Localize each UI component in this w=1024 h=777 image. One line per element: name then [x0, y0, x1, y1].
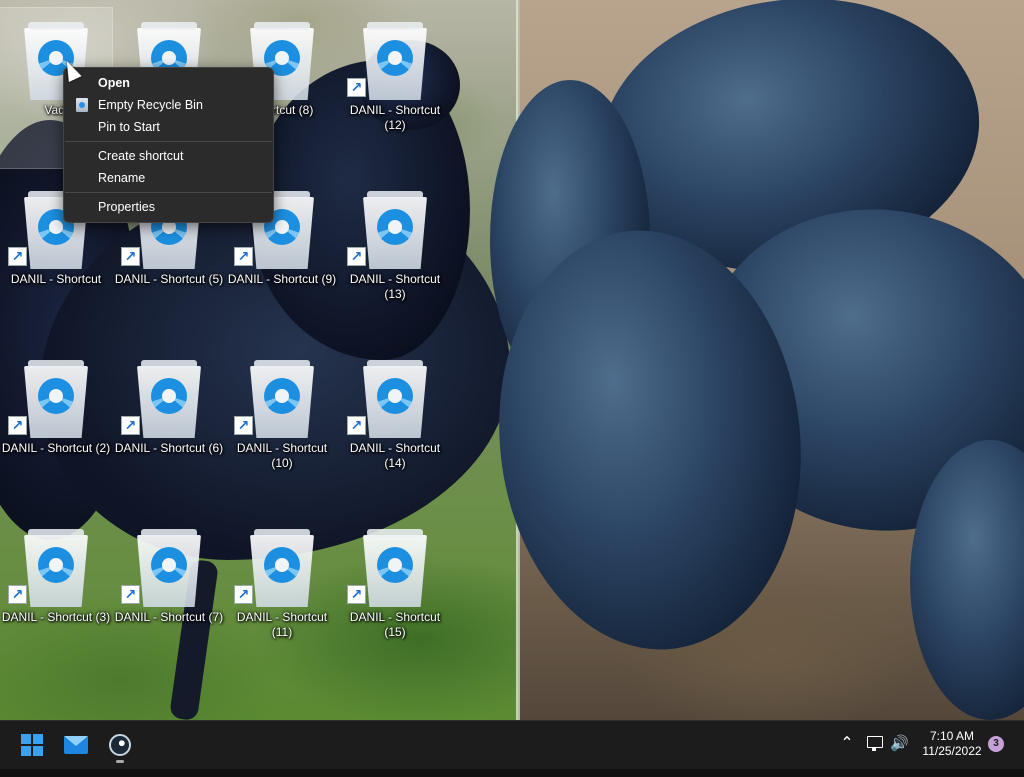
mail-taskbar-button[interactable]: [58, 727, 94, 763]
desktop-icon-recycle-bin[interactable]: ↗ DANIL - Shortcut (3): [0, 515, 112, 675]
desktop-icon-recycle-bin[interactable]: ↗ DANIL - Shortcut (15): [339, 515, 451, 675]
shortcut-arrow-icon: ↗: [234, 585, 253, 604]
recycle-bin-icon: [76, 98, 88, 112]
recycle-bin-icon: [135, 529, 203, 609]
steam-icon: [109, 734, 131, 756]
shortcut-arrow-icon: ↗: [234, 416, 253, 435]
menu-separator: [65, 141, 272, 142]
shortcut-arrow-icon: ↗: [8, 585, 27, 604]
desktop-icon-label: DANIL - Shortcut (6): [114, 441, 224, 455]
shortcut-arrow-icon: ↗: [121, 585, 140, 604]
recycle-bin-icon: [22, 360, 90, 440]
shortcut-arrow-icon: ↗: [8, 247, 27, 266]
recycle-bin-icon: [361, 360, 429, 440]
desktop-icon-label: DANIL - Shortcut (13): [349, 272, 441, 301]
clock-date: 11/25/2022: [922, 744, 982, 758]
clock-time: 7:10 AM: [929, 729, 975, 743]
desktop-icon-label: DANIL - Shortcut (5): [114, 272, 224, 286]
steam-taskbar-button[interactable]: [102, 727, 138, 763]
desktop-icon-label: DANIL - Shortcut (12): [349, 103, 441, 132]
recycle-bin-icon: [22, 529, 90, 609]
start-button[interactable]: [14, 727, 50, 763]
desktop-icon-recycle-bin[interactable]: ↗ DANIL - Shortcut (2): [0, 346, 112, 506]
menu-separator: [65, 192, 272, 193]
desktop-icon-label: DANIL - Shortcut (7): [114, 610, 224, 624]
recycle-bin-icon: [361, 191, 429, 271]
show-hidden-icons-chevron-icon[interactable]: ⌃: [838, 735, 856, 753]
desktop-icon-recycle-bin[interactable]: ↗ DANIL - Shortcut (14): [339, 346, 451, 506]
shortcut-arrow-icon: ↗: [8, 416, 27, 435]
menu-pin-to-start[interactable]: Pin to Start: [64, 116, 273, 138]
menu-empty-recycle-bin[interactable]: Empty Recycle Bin: [64, 94, 273, 116]
recycle-bin-icon: [361, 22, 429, 102]
menu-properties[interactable]: Properties: [64, 196, 273, 218]
desktop-icon-label: DANIL - Shortcut (9): [227, 272, 337, 286]
desktop-icon-label: DANIL - Shortcut: [10, 272, 102, 286]
desktop-icon-recycle-bin[interactable]: ↗ DANIL - Shortcut (11): [226, 515, 338, 675]
menu-rename[interactable]: Rename: [64, 167, 273, 189]
recycle-bin-icon: [248, 529, 316, 609]
recycle-bin-icon: [135, 360, 203, 440]
shortcut-arrow-icon: ↗: [347, 416, 366, 435]
desktop-icon-label: DANIL - Shortcut (10): [236, 441, 328, 470]
notification-badge[interactable]: 3: [988, 736, 1004, 752]
network-icon[interactable]: [866, 735, 884, 753]
recycle-bin-icon: [361, 529, 429, 609]
shortcut-arrow-icon: ↗: [347, 247, 366, 266]
desktop-icon-recycle-bin[interactable]: ↗ DANIL - Shortcut (13): [339, 177, 451, 337]
desktop-icon-recycle-bin[interactable]: ↗ DANIL - Shortcut (7): [113, 515, 225, 675]
desktop-icon-label: DANIL - Shortcut (2): [1, 441, 111, 455]
desktop-icon-label: DANIL - Shortcut (14): [349, 441, 441, 470]
desktop-icon-recycle-bin[interactable]: ↗ DANIL - Shortcut (6): [113, 346, 225, 506]
shortcut-arrow-icon: ↗: [121, 247, 140, 266]
menu-create-shortcut[interactable]: Create shortcut: [64, 145, 273, 167]
desktop-icon-recycle-bin[interactable]: ↗ DANIL - Shortcut (10): [226, 346, 338, 506]
menu-empty-recycle-bin-label: Empty Recycle Bin: [98, 98, 203, 112]
shortcut-arrow-icon: ↗: [234, 247, 253, 266]
desktop-icon-recycle-bin[interactable]: ↗ DANIL - Shortcut (12): [339, 8, 451, 168]
menu-open[interactable]: Open: [64, 72, 273, 94]
wallpaper-eggs-photo: [478, 0, 1024, 720]
desktop-icon-label: DANIL - Shortcut (11): [236, 610, 328, 639]
recycle-bin-icon: [248, 360, 316, 440]
taskbar: ⌃ 🔊 7:10 AM 11/25/2022: [0, 720, 1024, 769]
shortcut-arrow-icon: ↗: [347, 78, 366, 97]
desktop-icon-label: DANIL - Shortcut (3): [1, 610, 111, 624]
running-indicator: [116, 760, 124, 763]
context-menu: Open Empty Recycle Bin Pin to Start Crea…: [63, 67, 274, 223]
volume-icon[interactable]: 🔊: [890, 735, 910, 753]
shortcut-arrow-icon: ↗: [121, 416, 140, 435]
mail-icon: [64, 736, 88, 754]
desktop-icon-label: DANIL - Shortcut (15): [349, 610, 441, 639]
shortcut-arrow-icon: ↗: [347, 585, 366, 604]
clock[interactable]: 7:10 AM 11/25/2022: [918, 729, 986, 777]
